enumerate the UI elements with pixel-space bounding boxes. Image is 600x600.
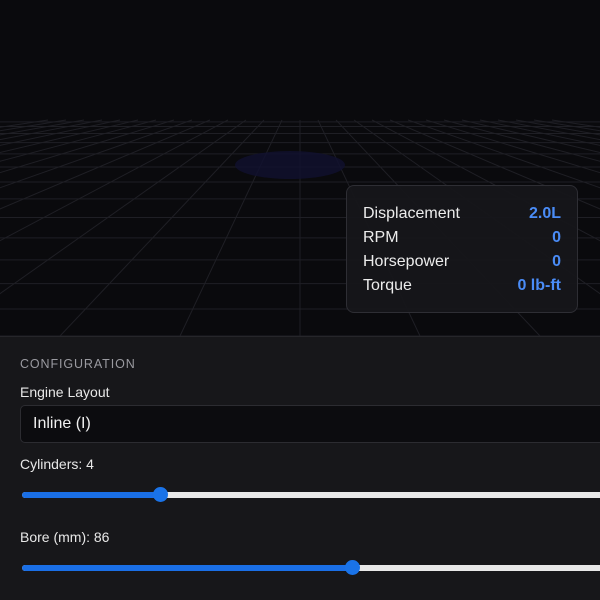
section-title: CONFIGURATION — [20, 357, 136, 371]
bore-label: Bore (mm): 86 — [20, 529, 110, 545]
horsepower-label: Horsepower — [363, 253, 450, 270]
cylinders-label: Cylinders: 4 — [20, 456, 94, 472]
cylinders-slider-thumb[interactable] — [153, 487, 168, 502]
stat-row-displacement: Displacement 2.0L — [363, 202, 561, 226]
torque-label: Torque — [363, 277, 412, 294]
displacement-value: 2.0L — [528, 205, 561, 222]
rpm-label: RPM — [363, 229, 399, 246]
configuration-panel: CONFIGURATION Engine Layout Inline (I) C… — [0, 336, 600, 600]
engine-layout-select[interactable]: Inline (I) — [20, 405, 600, 443]
bore-slider-fill — [22, 565, 352, 571]
stat-row-horsepower: Horsepower 0 — [363, 250, 561, 274]
cylinders-slider[interactable] — [22, 487, 600, 503]
engine-3d-viewport[interactable]: Displacement 2.0L RPM 0 Horsepower 0 Tor… — [0, 0, 600, 336]
displacement-label: Displacement — [363, 205, 460, 222]
torque-value: 0 lb-ft — [517, 277, 561, 294]
rpm-value: 0 — [552, 229, 561, 246]
bore-slider[interactable] — [22, 560, 600, 576]
bore-slider-thumb[interactable] — [345, 560, 360, 575]
engine-layout-selected-value: Inline (I) — [33, 415, 91, 432]
stat-row-rpm: RPM 0 — [363, 226, 561, 250]
stat-row-torque: Torque 0 lb-ft — [363, 274, 561, 298]
cylinders-slider-fill — [22, 492, 160, 498]
engine-stats-panel: Displacement 2.0L RPM 0 Horsepower 0 Tor… — [346, 185, 578, 313]
horsepower-value: 0 — [552, 253, 561, 270]
engine-layout-label: Engine Layout — [20, 384, 110, 400]
